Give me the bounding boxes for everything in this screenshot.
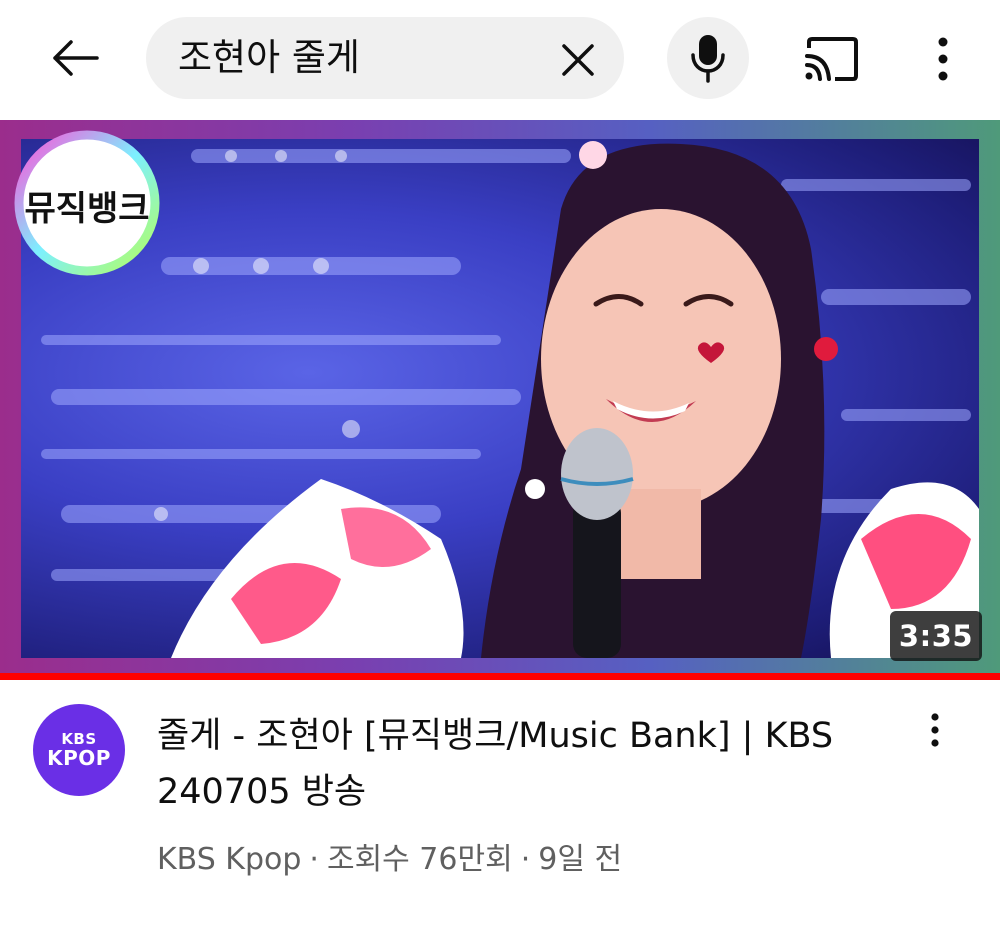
back-button[interactable] — [40, 28, 110, 88]
cast-icon — [805, 37, 858, 81]
channel-avatar[interactable]: KBS KPOP — [33, 704, 125, 796]
thumbnail-image — [21, 139, 979, 658]
upload-age: 9일 전 — [538, 842, 623, 877]
arrow-back-icon — [53, 40, 99, 76]
duration-badge: 3:35 — [890, 611, 982, 661]
more-vertical-icon — [938, 37, 948, 81]
meta-separator: · — [520, 842, 531, 877]
show-logo: 뮤직뱅크 — [14, 130, 160, 276]
watch-progress-bar — [0, 673, 1000, 680]
view-count: 조회수 76만회 — [326, 842, 513, 877]
avatar-text-line1: KBS — [61, 730, 97, 748]
video-more-options-button[interactable] — [912, 706, 958, 754]
voice-search-button[interactable] — [667, 17, 749, 99]
more-vertical-icon — [931, 713, 939, 747]
search-input[interactable]: 조현아 줄게 — [178, 17, 360, 99]
video-thumbnail[interactable]: 뮤직뱅크 3:35 — [0, 120, 1000, 677]
video-title[interactable]: 줄게 - 조현아 [뮤직뱅크/Music Bank] | KBS 240705 … — [157, 708, 897, 820]
close-icon — [562, 44, 594, 76]
microphone-icon — [691, 35, 725, 83]
show-logo-text: 뮤직뱅크 — [24, 189, 149, 229]
performer-illustration — [171, 141, 979, 658]
channel-name[interactable]: KBS Kpop — [157, 842, 301, 877]
top-app-bar: 조현아 줄게 — [0, 0, 1000, 120]
video-metadata: KBS Kpop · 조회수 76만회 · 9일 전 — [157, 834, 622, 878]
meta-separator: · — [309, 842, 319, 877]
clear-search-button[interactable] — [548, 30, 608, 90]
cast-button[interactable] — [796, 28, 866, 90]
more-options-button[interactable] — [916, 28, 970, 90]
avatar-text-line2: KPOP — [47, 746, 111, 770]
